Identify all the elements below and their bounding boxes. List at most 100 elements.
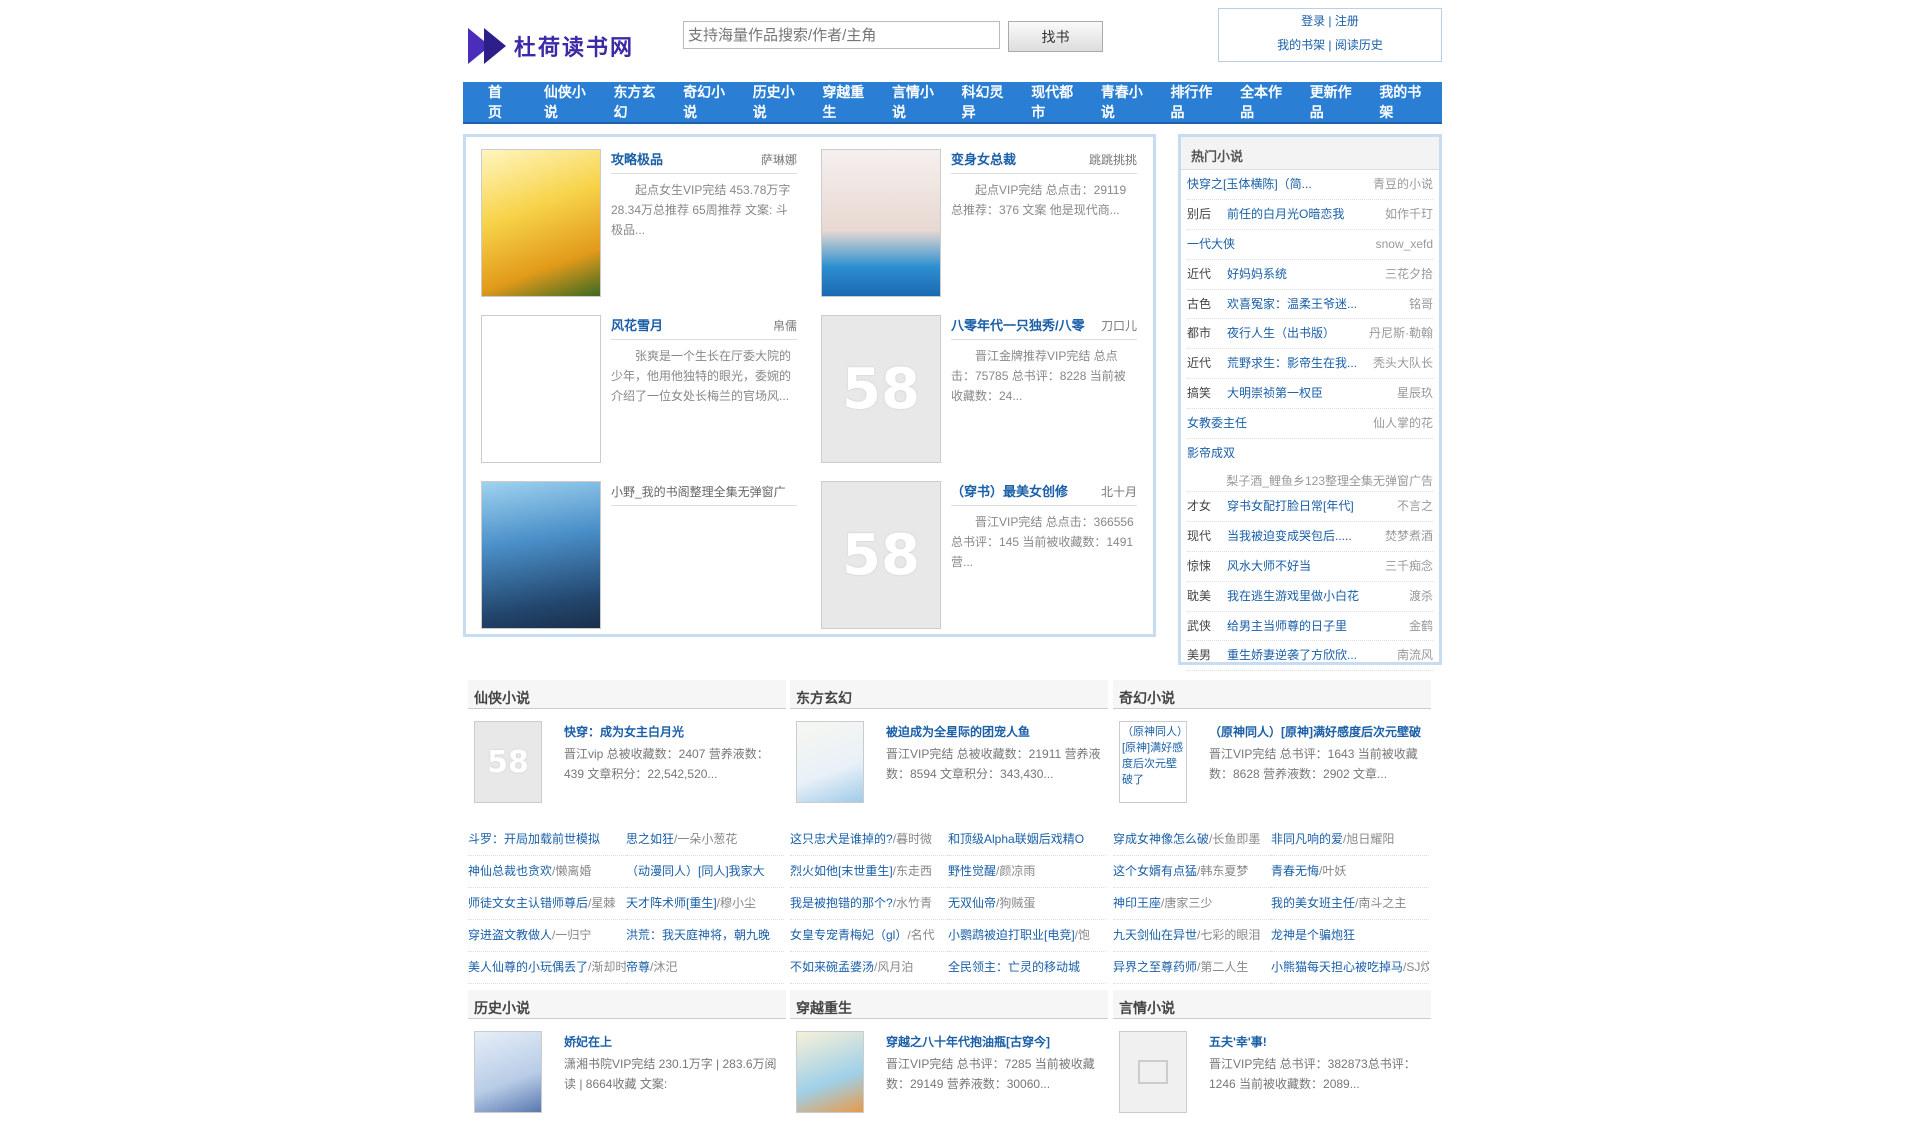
list-item-title[interactable]: 这只忠犬是谁掉的?: [790, 832, 893, 846]
list-item[interactable]: 斗罗：开局加载前世模拟: [468, 824, 626, 856]
list-item-title[interactable]: （动漫同人）[同人]我家大: [626, 864, 765, 878]
search-input[interactable]: [683, 21, 1000, 49]
list-item[interactable]: 我是被抱错的那个?/水竹青: [790, 888, 948, 920]
list-item-author[interactable]: /东走西: [893, 864, 932, 878]
hot-item[interactable]: 都市 夜行人生（出书版） 丹尼斯·勒翰: [1187, 319, 1433, 350]
list-item-author[interactable]: /名代: [907, 928, 934, 942]
list-item-author[interactable]: /南斗之主: [1355, 896, 1406, 910]
hot-item-author[interactable]: 梨子酒_鲤鱼乡123整理全集无弹窗广告: [1191, 471, 1433, 491]
list-item-title[interactable]: 烈火如他[末世重生]: [790, 864, 893, 878]
hot-item[interactable]: 耽美 我在逃生游戏里做小白花 渡杀: [1187, 582, 1433, 612]
hot-item-title[interactable]: 好妈妈系统: [1227, 260, 1381, 289]
list-item-author[interactable]: /水竹青: [893, 896, 932, 910]
search-button[interactable]: 找书: [1008, 21, 1103, 52]
top-book-title[interactable]: 快穿：成为女主白月光: [564, 723, 782, 740]
list-item-author[interactable]: /穆小尘: [717, 896, 756, 910]
list-item[interactable]: （动漫同人）[同人]我家大: [626, 856, 784, 888]
book-cover-placeholder[interactable]: 58: [821, 481, 941, 629]
hot-item[interactable]: 惊悚 风水大师不好当 三千痴念: [1187, 552, 1433, 582]
book-title[interactable]: 小野_我的书阁整理全集无弹窗广: [611, 481, 786, 505]
nav-quanben[interactable]: 全本作品: [1233, 82, 1303, 122]
hot-item-author[interactable]: 金鹤: [1409, 612, 1433, 641]
book-title[interactable]: 八零年代一只独秀/八零: [951, 315, 1085, 339]
list-item-author[interactable]: /SJ炆: [1403, 960, 1429, 974]
nav-paihang[interactable]: 排行作品: [1163, 82, 1233, 122]
list-item-author[interactable]: /狗贼蛋: [996, 896, 1035, 910]
category-title[interactable]: 奇幻小说: [1113, 680, 1431, 709]
hot-item[interactable]: 近代 荒野求生：影帝生在我... 秃头大队长: [1187, 349, 1433, 380]
list-item-title[interactable]: 不如来碗孟婆汤: [790, 960, 874, 974]
list-item-title[interactable]: 神仙总裁也贪欢: [468, 864, 552, 878]
top-book-title[interactable]: 五夫'幸'事!: [1209, 1033, 1427, 1050]
list-item-author[interactable]: /风月泊: [874, 960, 913, 974]
book-author[interactable]: 刀口儿: [1101, 315, 1137, 339]
hot-item-title[interactable]: 给男主当师尊的日子里: [1227, 612, 1405, 641]
book-cover[interactable]: [481, 481, 601, 629]
list-item-author[interactable]: /渐却时光: [588, 960, 626, 974]
list-item-title[interactable]: 思之如狂: [626, 832, 674, 846]
hot-item-title[interactable]: 风水大师不好当: [1227, 552, 1381, 581]
list-item[interactable]: 神仙总裁也贪欢/懒离婚: [468, 856, 626, 888]
nav-xianxia[interactable]: 仙侠小说: [537, 82, 607, 122]
list-item[interactable]: 穿进盗文教做人/一归宁: [468, 920, 626, 952]
hot-item-title[interactable]: 大明崇祯第一权臣: [1227, 379, 1393, 408]
book-author[interactable]: 北十月: [1101, 481, 1137, 505]
hot-item[interactable]: 现代 当我被迫变成哭包后..... 焚梦煮酒: [1187, 522, 1433, 552]
list-item-author[interactable]: /懒离婚: [552, 864, 591, 878]
list-item-author[interactable]: /星棘: [588, 896, 615, 910]
list-item-author[interactable]: /韩东夏梦: [1197, 864, 1248, 878]
book-cover[interactable]: [1119, 1031, 1187, 1113]
book-cover[interactable]: [474, 1031, 542, 1113]
list-item-author[interactable]: /七彩的眼泪: [1197, 928, 1260, 942]
list-item[interactable]: 不如来碗孟婆汤/风月泊: [790, 952, 948, 984]
book-title[interactable]: 变身女总裁: [951, 149, 1016, 173]
hot-item-title[interactable]: 荒野求生：影帝生在我...: [1227, 349, 1369, 378]
list-item[interactable]: 师徒文女主认错师尊后/星棘: [468, 888, 626, 920]
bookshelf-link[interactable]: 我的书架: [1277, 38, 1325, 52]
hot-item-title[interactable]: 当我被迫变成哭包后.....: [1227, 522, 1381, 551]
list-item[interactable]: 小熊猫每天担心被吃掉马/SJ炆: [1271, 952, 1429, 984]
list-item[interactable]: 天才阵术师[重生]/穆小尘: [626, 888, 784, 920]
list-item[interactable]: 美人仙尊的小玩偶丢了/渐却时光: [468, 952, 626, 984]
list-item-title[interactable]: 青春无悔: [1271, 864, 1319, 878]
book-author[interactable]: 萨琳娜: [761, 149, 797, 173]
login-link[interactable]: 登录: [1301, 14, 1325, 28]
hot-item[interactable]: 近代 好妈妈系统 三花夕拾: [1187, 260, 1433, 290]
nav-gengxin[interactable]: 更新作品: [1303, 82, 1373, 122]
list-item-author[interactable]: /第二人生: [1197, 960, 1248, 974]
list-item[interactable]: 野性觉醒/颜凉雨: [948, 856, 1106, 888]
list-item[interactable]: 异界之至尊药师/第二人生: [1113, 952, 1271, 984]
list-item-title[interactable]: 天才阵术师[重生]: [626, 896, 717, 910]
list-item-title[interactable]: 师徒文女主认错师尊后: [468, 896, 588, 910]
list-item[interactable]: 龙神是个骗炮狂: [1271, 920, 1429, 952]
hot-item-author[interactable]: snow_xefd: [1376, 230, 1433, 259]
list-item[interactable]: 和顶级Alpha联姻后戏精O: [948, 824, 1106, 856]
hot-item-author[interactable]: 不言之: [1397, 492, 1433, 521]
list-item-author[interactable]: /颜凉雨: [996, 864, 1035, 878]
book-cover-placeholder[interactable]: 58: [821, 315, 941, 463]
hot-item[interactable]: 搞笑 大明崇祯第一权臣 星辰玖: [1187, 379, 1433, 410]
book-author[interactable]: 帛儒: [773, 315, 797, 339]
hot-item-author[interactable]: 渡杀: [1409, 582, 1433, 611]
list-item-title[interactable]: 神印王座: [1113, 896, 1161, 910]
top-book-title[interactable]: 穿越之八十年代抱油瓶[古穿今]: [886, 1033, 1104, 1050]
hot-item-author[interactable]: 青豆的小说: [1373, 170, 1433, 199]
hot-item[interactable]: 才女 穿书女配打脸日常[年代] 不言之: [1187, 492, 1433, 522]
list-item[interactable]: 非同凡响的爱/旭日耀阳: [1271, 824, 1429, 856]
list-item-title[interactable]: 我的美女班主任: [1271, 896, 1355, 910]
list-item-title[interactable]: 九天剑仙在异世: [1113, 928, 1197, 942]
nav-dushi[interactable]: 现代都市: [1024, 82, 1094, 122]
hot-item-title[interactable]: 一代大侠: [1187, 230, 1372, 259]
top-book-title[interactable]: 娇妃在上: [564, 1033, 782, 1050]
hot-item-title[interactable]: 快穿之[玉体横陈]（简...: [1187, 170, 1369, 199]
list-item-title[interactable]: 无双仙帝: [948, 896, 996, 910]
list-item-title[interactable]: 小熊猫每天担心被吃掉马: [1271, 960, 1403, 974]
hot-item[interactable]: 一代大侠 snow_xefd: [1187, 230, 1433, 260]
list-item-title[interactable]: 非同凡响的爱: [1271, 832, 1343, 846]
hot-item-title[interactable]: 我在逃生游戏里做小白花: [1227, 582, 1405, 611]
list-item-title[interactable]: 这个女婿有点猛: [1113, 864, 1197, 878]
list-item[interactable]: 帝尊/沐汜: [626, 952, 784, 984]
list-item[interactable]: 这只忠犬是谁掉的?/暮时微: [790, 824, 948, 856]
hot-item-title[interactable]: 穿书女配打脸日常[年代]: [1227, 492, 1393, 521]
category-title[interactable]: 历史小说: [468, 990, 786, 1019]
